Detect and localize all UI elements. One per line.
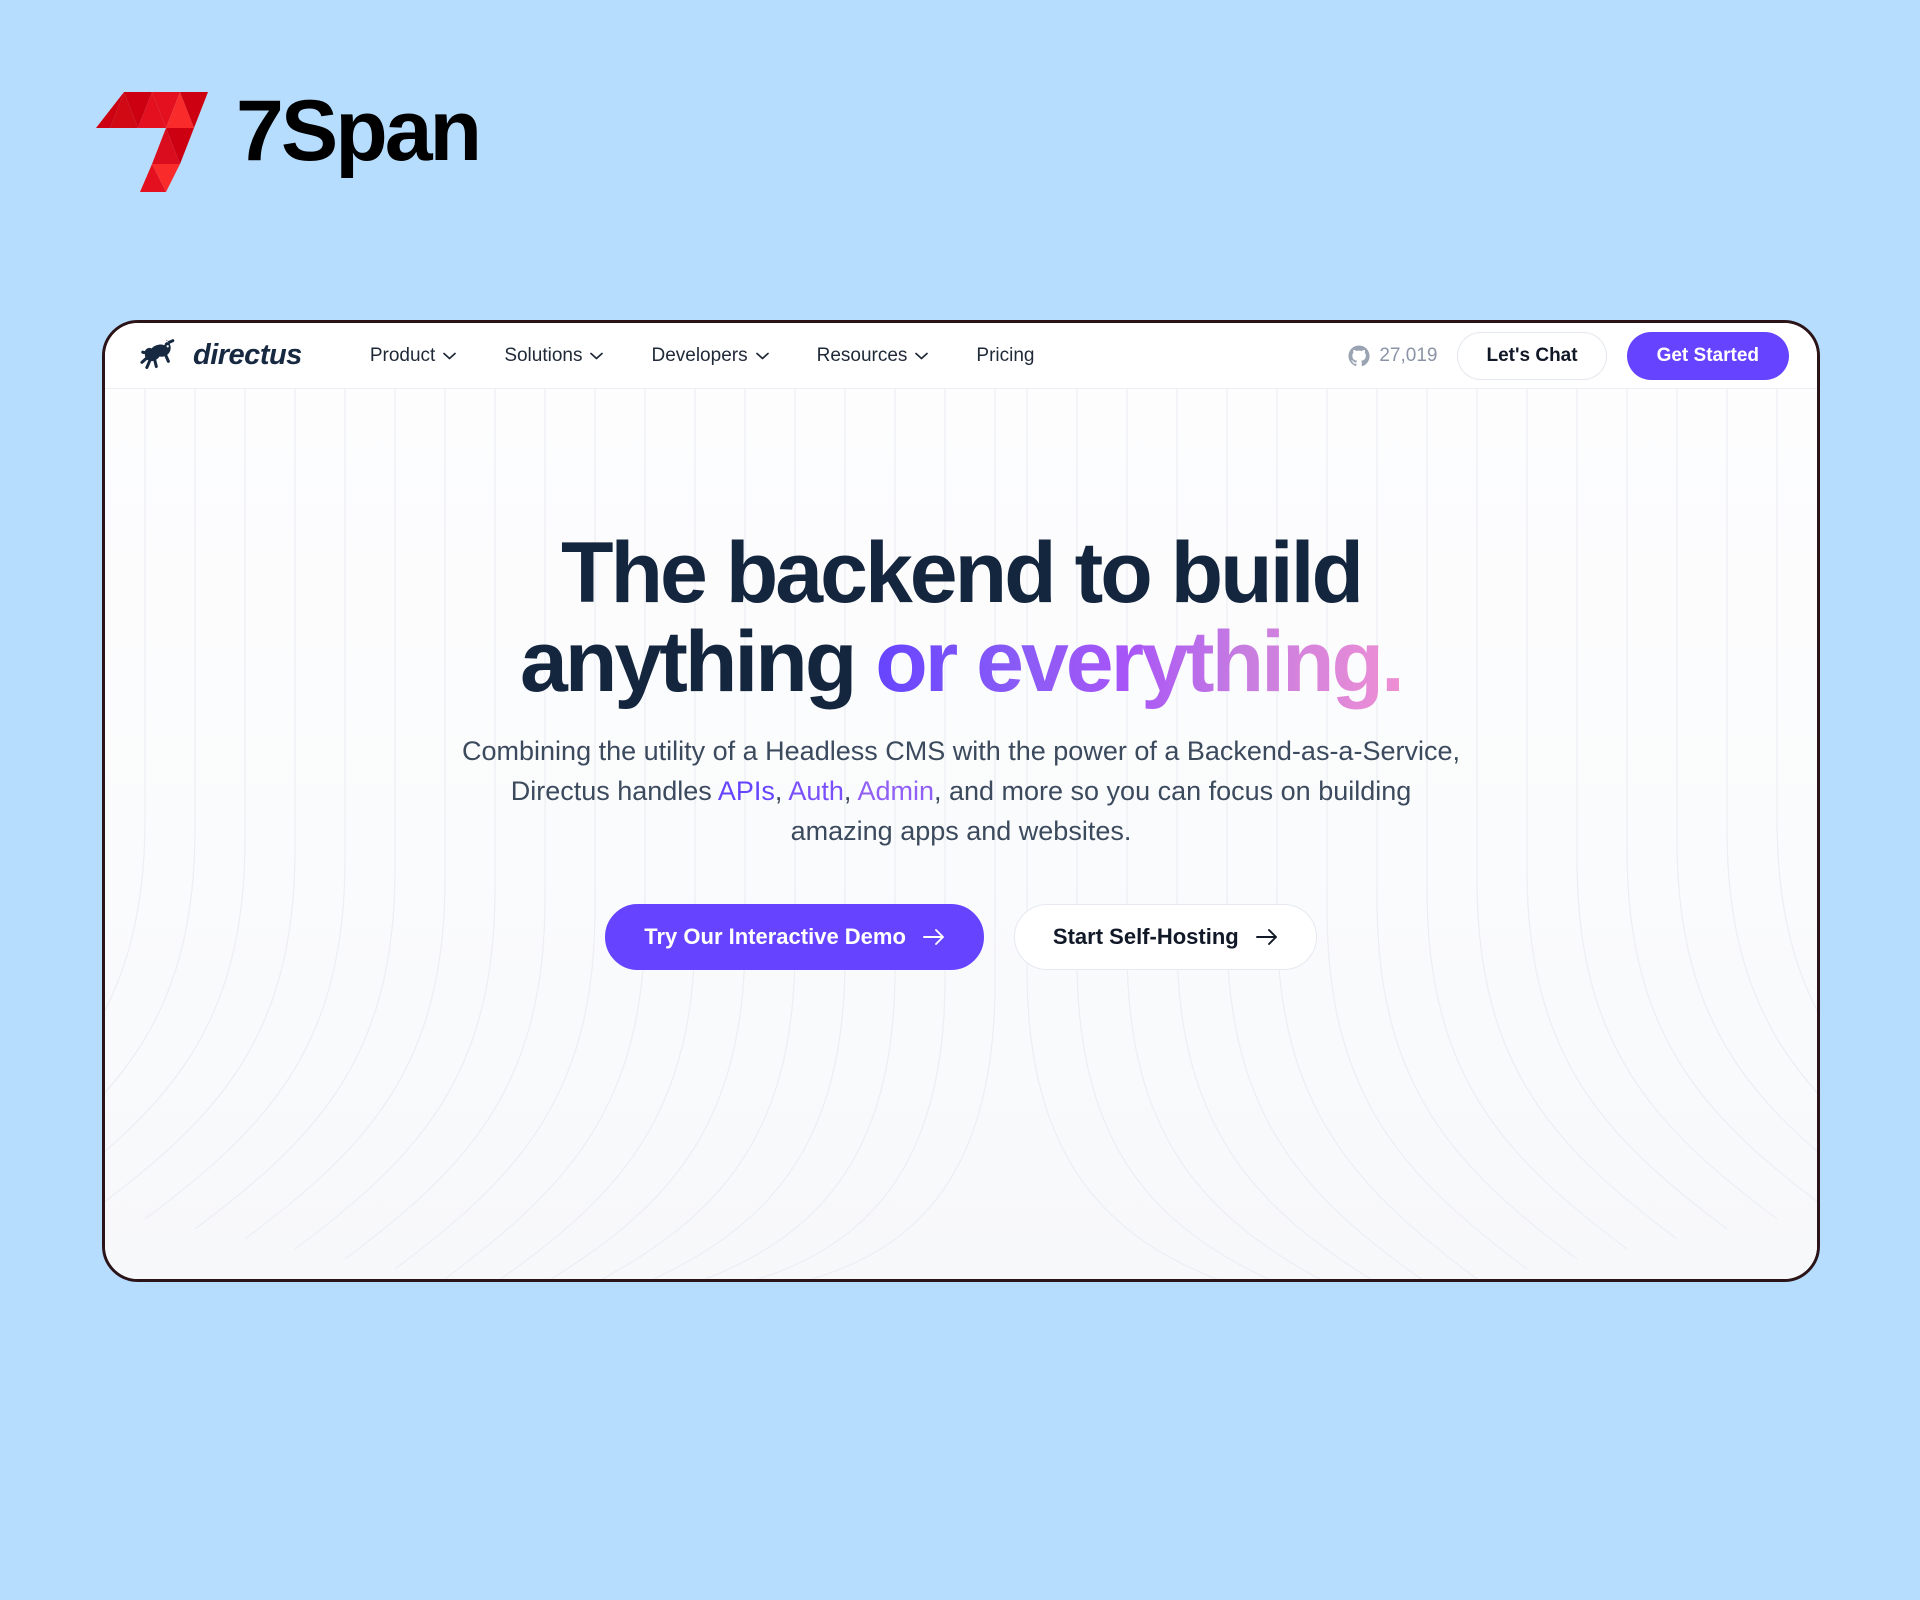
nav-item-product[interactable]: Product <box>346 337 480 375</box>
chevron-down-icon <box>590 352 604 360</box>
sevenspan-brand-lockup: 7Span <box>96 70 482 192</box>
nav-item-pricing[interactable]: Pricing <box>952 337 1058 375</box>
hero-subheadline: Combining the utility of a Headless CMS … <box>456 732 1466 852</box>
website-screenshot-card: directus Product Solutions Developers Re… <box>102 320 1820 1282</box>
sevenspan-wordmark: 7Span <box>236 83 482 179</box>
hero-sub-sep2: , <box>843 776 858 807</box>
chevron-down-icon <box>755 352 769 360</box>
nav-item-resources-label: Resources <box>816 344 908 366</box>
hero-cta-row: Try Our Interactive Demo Start Self-Host… <box>105 904 1817 971</box>
hero-keyword-admin[interactable]: Admin <box>857 776 934 806</box>
primary-nav: Product Solutions Developers Resources P… <box>346 337 1059 375</box>
nav-item-pricing-label: Pricing <box>976 344 1035 366</box>
github-icon <box>1348 344 1370 367</box>
try-interactive-demo-button[interactable]: Try Our Interactive Demo <box>605 904 984 971</box>
hero-content: The backend to build anything or everyth… <box>105 389 1817 971</box>
nav-item-product-label: Product <box>369 344 436 366</box>
site-navbar: directus Product Solutions Developers Re… <box>105 323 1817 389</box>
directus-rabbit-icon <box>135 338 181 373</box>
nav-item-solutions[interactable]: Solutions <box>480 337 627 375</box>
start-self-hosting-button[interactable]: Start Self-Hosting <box>1013 904 1317 971</box>
nav-item-developers[interactable]: Developers <box>627 337 792 375</box>
hero-headline-line1: The backend to build <box>560 525 1364 621</box>
hero-keyword-apis[interactable]: APIs <box>718 776 775 806</box>
arrow-right-icon <box>922 928 945 946</box>
hero-headline: The backend to build anything or everyth… <box>431 529 1491 706</box>
hero-headline-line2-accent: or everything. <box>875 613 1405 710</box>
directus-logo[interactable]: directus <box>135 338 302 373</box>
hero-sub-sep1: , <box>774 776 789 807</box>
github-stars[interactable]: 27,019 <box>1348 345 1437 367</box>
start-self-hosting-label: Start Self-Hosting <box>1052 924 1239 950</box>
arrow-right-icon <box>1255 928 1278 946</box>
directus-wordmark: directus <box>193 339 302 371</box>
sevenspan-logo-icon <box>96 70 214 192</box>
lets-chat-button[interactable]: Let's Chat <box>1457 331 1607 380</box>
get-started-button[interactable]: Get Started <box>1626 331 1789 380</box>
hero-headline-line2-plain: anything <box>520 613 876 710</box>
github-star-count: 27,019 <box>1379 344 1438 366</box>
nav-item-resources[interactable]: Resources <box>793 337 953 375</box>
try-interactive-demo-label: Try Our Interactive Demo <box>644 924 906 950</box>
hero-keyword-auth[interactable]: Auth <box>788 776 844 806</box>
chevron-down-icon <box>915 352 929 360</box>
hero-section: The backend to build anything or everyth… <box>105 389 1817 1279</box>
nav-item-developers-label: Developers <box>651 344 748 366</box>
navbar-actions: 27,019 Let's Chat Get Started <box>1348 331 1789 380</box>
nav-item-solutions-label: Solutions <box>504 344 583 366</box>
chevron-down-icon <box>443 352 457 360</box>
